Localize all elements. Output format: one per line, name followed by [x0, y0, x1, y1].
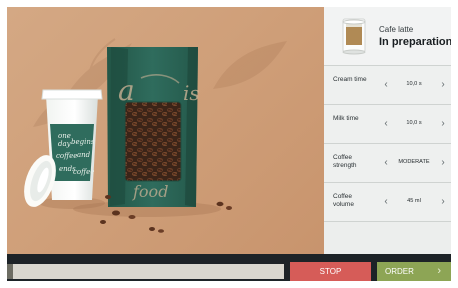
- setting-milk-time: Milk time ‹ 10,0 s ›: [324, 105, 451, 144]
- coffee-strength-value: MODERATE: [398, 159, 430, 165]
- milk-time-label: Milk time: [333, 115, 359, 122]
- order-button-label: ORDER: [385, 267, 414, 276]
- coffee-strength-increase-icon[interactable]: ›: [436, 156, 450, 170]
- cream-time-increase-icon[interactable]: ›: [436, 78, 450, 92]
- svg-text:and: and: [77, 151, 91, 159]
- coffee-strength-label: Coffee strength: [333, 154, 357, 169]
- setting-cream-time: Cream time ‹ 10,0 s ›: [324, 66, 451, 105]
- stop-button[interactable]: STOP: [290, 262, 371, 281]
- svg-text:a: a: [118, 74, 135, 107]
- cream-time-decrease-icon[interactable]: ‹: [379, 78, 393, 92]
- coffee-volume-value: 45 ml: [407, 198, 421, 204]
- cream-time-value: 10,0 s: [406, 81, 422, 87]
- milk-time-decrease-icon[interactable]: ‹: [379, 117, 393, 131]
- svg-text:one: one: [58, 132, 71, 140]
- setting-coffee-strength: Coffee strength ‹ MODERATE ›: [324, 144, 451, 183]
- svg-text:begins: begins: [71, 138, 95, 146]
- svg-text:day: day: [58, 140, 72, 148]
- current-order-card: Cafe latte In preparation: [324, 7, 451, 66]
- svg-text:coffee: coffee: [56, 152, 77, 160]
- coffee-volume-increase-icon[interactable]: ›: [436, 195, 450, 209]
- setting-coffee-volume: Coffee volume ‹ 45 ml ›: [324, 183, 451, 222]
- svg-text:is: is: [183, 81, 200, 105]
- chevron-right-icon: ›: [437, 265, 441, 277]
- preparation-progress-fill: [7, 264, 13, 279]
- coffee-strength-decrease-icon[interactable]: ‹: [379, 156, 393, 170]
- coffee-machine-screen: one day begins coffee and ends coffee a …: [7, 7, 451, 281]
- coffee-bag: a is food: [107, 47, 200, 207]
- coffee-volume-label: Coffee volume: [333, 193, 354, 208]
- coffee-hero-image: one day begins coffee and ends coffee a …: [7, 7, 324, 254]
- cream-time-label: Cream time: [333, 76, 367, 83]
- current-order-status: In preparation: [379, 36, 451, 48]
- coffee-scene-illustration: one day begins coffee and ends coffee a …: [24, 38, 287, 233]
- order-panel: Cafe latte In preparation Cream time ‹ 1…: [324, 7, 451, 254]
- action-bar: STOP ORDER ›: [7, 254, 451, 281]
- svg-text:food: food: [132, 182, 168, 201]
- preparation-progress-track: [7, 264, 284, 279]
- order-button[interactable]: ORDER ›: [377, 262, 451, 281]
- coffee-glass-icon: [342, 18, 366, 55]
- current-order-name: Cafe latte: [379, 25, 414, 34]
- svg-text:coffee: coffee: [73, 168, 94, 176]
- milk-time-value: 10,0 s: [406, 120, 422, 126]
- milk-time-increase-icon[interactable]: ›: [436, 117, 450, 131]
- coffee-volume-decrease-icon[interactable]: ‹: [379, 195, 393, 209]
